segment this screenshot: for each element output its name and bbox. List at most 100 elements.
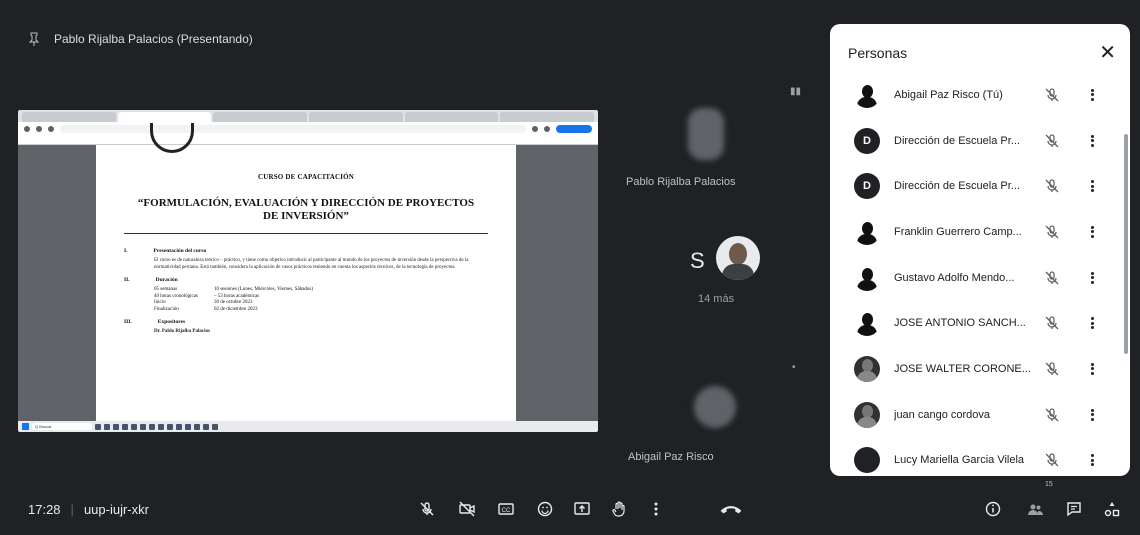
participant-more-icon[interactable] xyxy=(1089,452,1095,468)
tile-name: Pablo Rijalba Palacios xyxy=(626,176,736,188)
participant-row[interactable]: juan cango cordova xyxy=(830,392,1130,438)
taskbar-app-icon xyxy=(194,423,200,430)
participant-more-icon[interactable] xyxy=(1089,178,1095,194)
browser-tab xyxy=(404,112,499,122)
participant-row[interactable]: D Dirección de Escuela Pr... xyxy=(830,118,1130,164)
extensions-icon xyxy=(544,126,550,132)
taskbar-app-icon xyxy=(158,423,164,430)
participant-row[interactable]: D Dirección de Escuela Pr... xyxy=(830,163,1130,209)
emoji-icon[interactable] xyxy=(534,498,556,520)
logo-arc xyxy=(150,123,194,153)
taskbar-app-icon xyxy=(131,423,137,430)
scrollbar[interactable] xyxy=(1124,134,1128,354)
os-taskbar: Q Buscar xyxy=(18,421,598,432)
meeting-code: uup-iujr-xkr xyxy=(83,502,149,517)
audio-level-icon: • xyxy=(792,362,796,373)
back-icon xyxy=(24,126,30,132)
forward-icon xyxy=(36,126,42,132)
participant-more-icon[interactable] xyxy=(1089,315,1095,331)
pin-icon[interactable] xyxy=(28,32,40,46)
participant-more-icon[interactable] xyxy=(1089,270,1095,286)
avatar xyxy=(854,310,880,337)
participant-row[interactable]: Lucy Mariella Garcia Vilela xyxy=(830,438,1130,477)
avatar xyxy=(854,264,880,291)
presenter-label: Pablo Rijalba Palacios (Presentando) xyxy=(54,32,253,46)
browser-tab xyxy=(22,112,116,122)
document-page: CURSO DE CAPACITACIÓN “FORMULACIÓN, EVAL… xyxy=(96,123,516,421)
raise-hand-icon[interactable] xyxy=(608,498,630,520)
section-title: Expositores xyxy=(157,319,186,325)
presenter-bar: Pablo Rijalba Palacios (Presentando) xyxy=(28,32,253,46)
avatar: D xyxy=(854,127,880,154)
section-title: Presentación del curso xyxy=(153,248,207,254)
avatar xyxy=(854,355,880,382)
participant-more-icon[interactable] xyxy=(1089,224,1095,240)
tile-name: Abigail Paz Risco xyxy=(628,451,714,463)
end-call-icon[interactable] xyxy=(716,500,746,518)
participant-row[interactable]: Franklin Guerrero Camp... xyxy=(830,209,1130,255)
shared-screen[interactable]: CURSO DE CAPACITACIÓN “FORMULACIÓN, EVAL… xyxy=(18,110,598,432)
mic-muted-icon[interactable] xyxy=(1044,133,1060,149)
mic-muted-icon[interactable] xyxy=(1044,270,1060,286)
title-line-1: “FORMULACIÓN, EVALUACIÓN Y DIRECCIÓN DE … xyxy=(137,197,475,209)
mic-muted-icon[interactable] xyxy=(1044,361,1060,377)
taskbar-app-icon xyxy=(167,423,173,430)
participant-row[interactable]: Gustavo Adolfo Mendo... xyxy=(830,255,1130,301)
people-icon[interactable] xyxy=(1024,498,1046,520)
meeting-stage: Pablo Rijalba Palacios (Presentando) CUR… xyxy=(0,0,1140,535)
info-icon[interactable] xyxy=(982,498,1004,520)
chat-icon[interactable] xyxy=(1063,498,1085,520)
participant-row[interactable]: Abigail Paz Risco (Tú) xyxy=(830,72,1130,118)
participant-name: Gustavo Adolfo Mendo... xyxy=(894,271,1015,284)
section-number: II. xyxy=(124,277,130,283)
participant-more-icon[interactable] xyxy=(1089,407,1095,423)
document-title: “FORMULACIÓN, EVALUACIÓN Y DIRECCIÓN DE … xyxy=(124,197,488,223)
meeting-details: 17:28 | uup-iujr-xkr xyxy=(28,502,149,517)
mic-muted-icon[interactable] xyxy=(1044,224,1060,240)
participant-name: JOSE WALTER CORONE... xyxy=(894,362,1031,375)
avatar xyxy=(854,81,880,108)
present-icon[interactable] xyxy=(571,498,593,520)
browser-tab-strip xyxy=(18,110,598,122)
participant-name: Dirección de Escuela Pr... xyxy=(894,134,1020,147)
section-heading: II. Duración xyxy=(124,277,488,283)
mic-muted-icon[interactable] xyxy=(1044,407,1060,423)
reload-icon xyxy=(48,126,54,132)
browser-action-button xyxy=(556,125,592,133)
participant-name: Dirección de Escuela Pr... xyxy=(894,180,1020,193)
mic-muted-icon[interactable] xyxy=(1044,315,1060,331)
taskbar-app-icon xyxy=(113,423,119,430)
mic-muted-icon[interactable] xyxy=(1044,87,1060,103)
section-heading: III. Expositores xyxy=(124,319,488,325)
participant-more-icon[interactable] xyxy=(1089,361,1095,377)
browser-tab xyxy=(500,112,595,122)
participant-name: Lucy Mariella Garcia Vilela xyxy=(894,454,1025,467)
taskbar-search: Q Buscar xyxy=(32,423,92,430)
mic-off-icon[interactable] xyxy=(416,498,438,520)
mic-muted-icon[interactable] xyxy=(1044,178,1060,194)
bookmarks-bar xyxy=(18,136,598,145)
taskbar-app-icon xyxy=(176,423,182,430)
mic-muted-icon[interactable] xyxy=(1044,452,1060,468)
star-icon xyxy=(532,126,538,132)
more-participants-count: 14 más xyxy=(698,293,735,305)
participant-row[interactable]: JOSE WALTER CORONE... xyxy=(830,346,1130,392)
activities-icon[interactable] xyxy=(1101,498,1123,520)
participant-name: Franklin Guerrero Camp... xyxy=(894,225,1022,238)
more-options-icon[interactable] xyxy=(645,498,667,520)
avatar xyxy=(694,386,736,428)
taskbar-app-icon xyxy=(122,423,128,430)
audio-level-icon: ▮▮ xyxy=(790,86,802,97)
participant-more-icon[interactable] xyxy=(1089,87,1095,103)
participant-row[interactable]: JOSE ANTONIO SANCH... xyxy=(830,300,1130,346)
participant-more-icon[interactable] xyxy=(1089,133,1095,149)
duration-value: 02 de diciembre 2023 xyxy=(214,306,258,312)
camera-off-icon[interactable] xyxy=(456,498,478,520)
taskbar-app-icon xyxy=(95,423,101,430)
close-icon[interactable]: ✕ xyxy=(1099,43,1116,63)
section-paragraph: El curso es de naturaleza teórico – prác… xyxy=(154,258,469,270)
captions-icon[interactable]: CC xyxy=(495,498,517,520)
taskbar-app-icon xyxy=(212,423,218,430)
title-line-2: DE INVERSIÓN” xyxy=(263,210,349,222)
avatar-initial: S xyxy=(690,248,705,273)
